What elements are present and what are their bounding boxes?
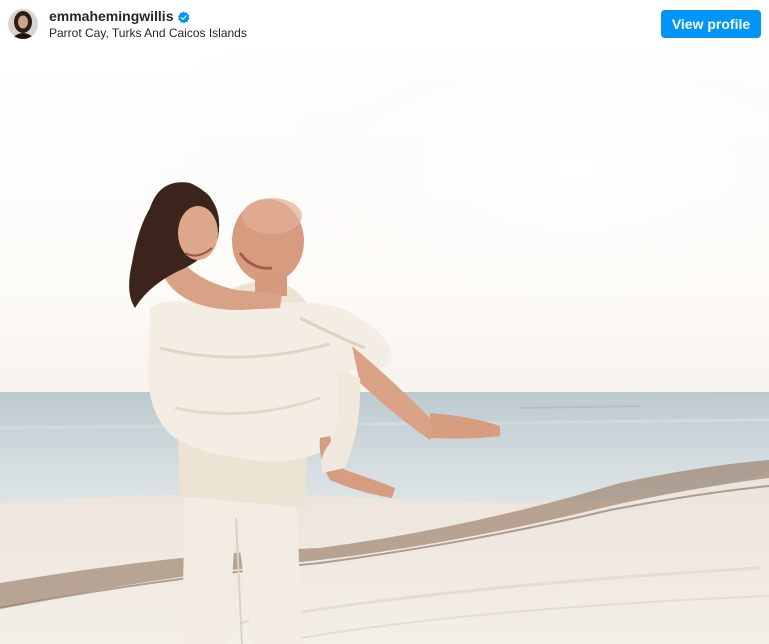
username-link[interactable]: emmahemingwillis [49, 8, 173, 25]
post-header: emmahemingwillis Parrot Cay, Turks And C… [0, 0, 769, 48]
username-row: emmahemingwillis [49, 8, 247, 25]
avatar[interactable] [8, 9, 38, 39]
instagram-embed: emmahemingwillis Parrot Cay, Turks And C… [0, 0, 769, 644]
user-block: emmahemingwillis Parrot Cay, Turks And C… [49, 8, 247, 40]
verified-badge-icon [177, 10, 191, 24]
post-photo[interactable] [0, 48, 769, 644]
location-link[interactable]: Parrot Cay, Turks And Caicos Islands [49, 26, 247, 40]
view-profile-button[interactable]: View profile [661, 10, 761, 38]
